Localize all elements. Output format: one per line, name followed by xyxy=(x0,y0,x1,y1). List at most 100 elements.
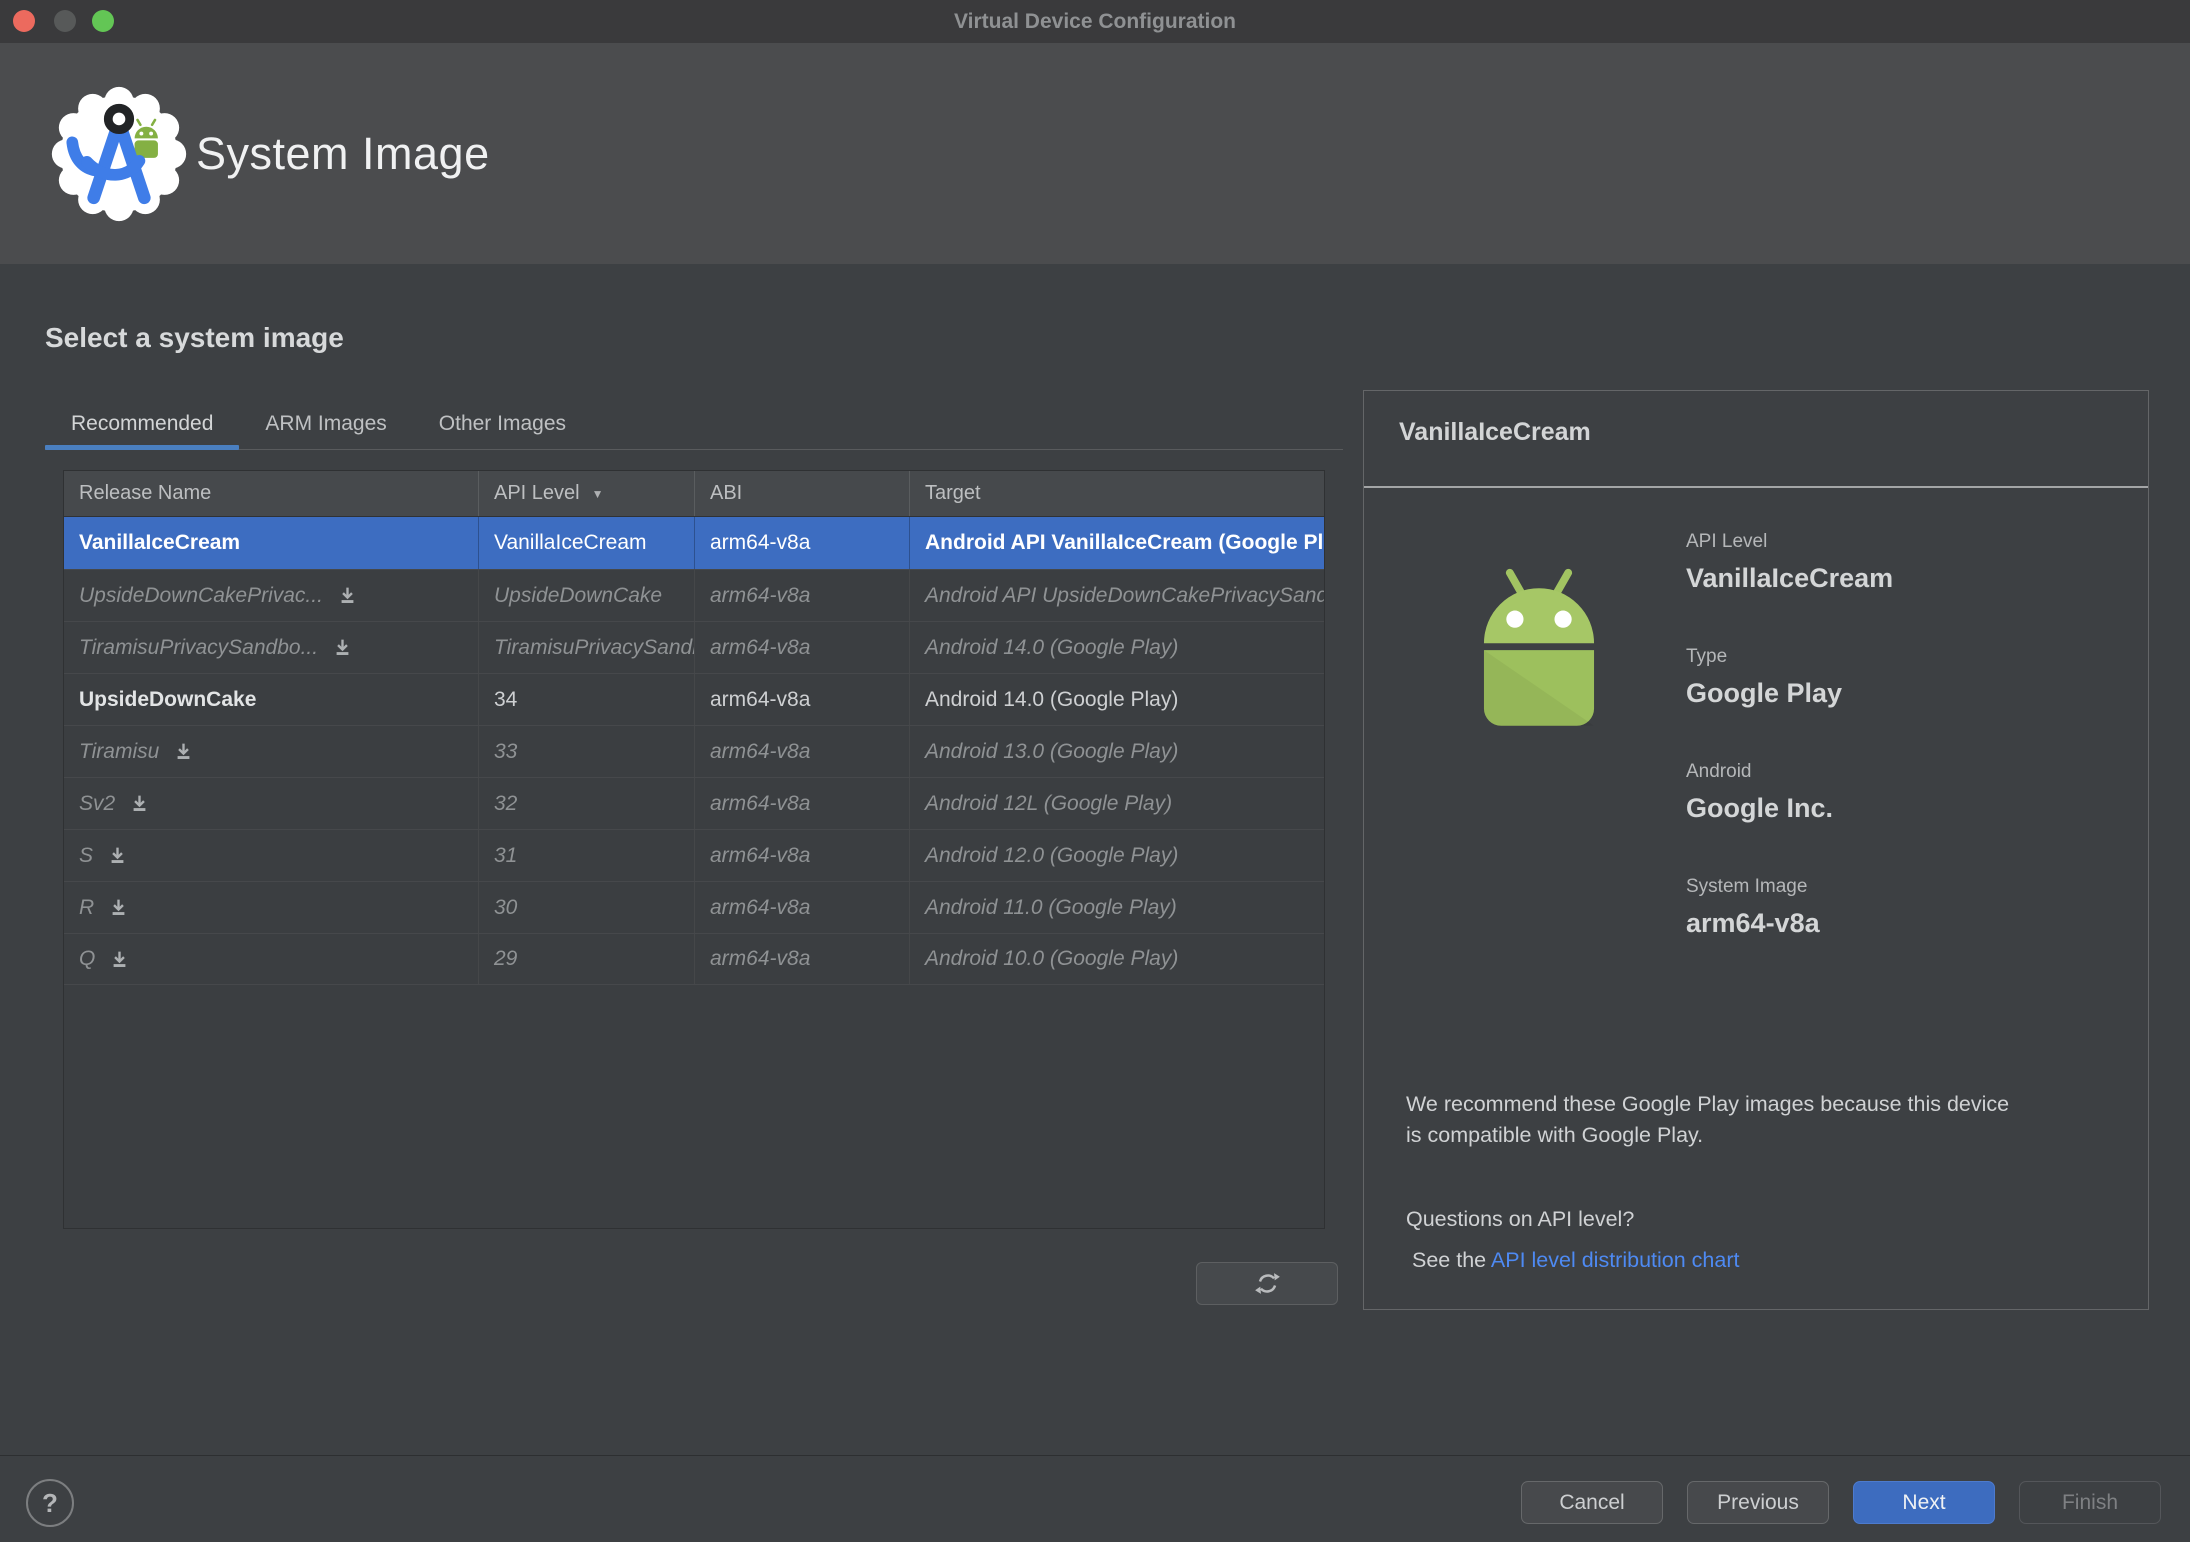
tab-bar: Recommended ARM Images Other Images xyxy=(45,398,592,450)
table-row[interactable]: Q 29 arm64-v8a Android 10.0 (Google Play) xyxy=(64,933,1324,985)
details-title: VanillaIceCream xyxy=(1399,418,1591,446)
column-header-target[interactable]: Target xyxy=(910,471,1324,516)
refresh-button[interactable] xyxy=(1196,1262,1338,1305)
release-name: TiramisuPrivacySandbo... xyxy=(79,635,319,659)
release-name: VanillaIceCream xyxy=(79,531,241,554)
divider xyxy=(1364,486,2148,488)
cancel-button[interactable]: Cancel xyxy=(1521,1481,1663,1524)
table-header: Release Name API Level ▼ ABI Target xyxy=(64,471,1324,517)
column-label: API Level xyxy=(494,482,580,504)
abi-cell: arm64-v8a xyxy=(695,726,910,777)
previous-button[interactable]: Previous xyxy=(1687,1481,1829,1524)
table-row[interactable]: VanillaIceCream VanillaIceCream arm64-v8a A… xyxy=(64,517,1324,569)
finish-button[interactable]: Finish xyxy=(2019,1481,2161,1524)
android-robot-icon xyxy=(1483,568,1595,726)
field-value: Google Inc. xyxy=(1686,793,1834,823)
download-icon[interactable] xyxy=(109,949,130,970)
detail-field-android: Android Google Inc. xyxy=(1686,761,1893,876)
titlebar: Virtual Device Configuration xyxy=(0,0,2190,43)
abi-cell: arm64-v8a xyxy=(695,570,910,621)
field-value: VanillaIceCream xyxy=(1686,563,1894,593)
download-icon[interactable] xyxy=(107,845,128,866)
target-cell: Android 11.0 (Google Play) xyxy=(925,895,1177,919)
table-row[interactable]: UpsideDownCake 34 arm64-v8a Android 14.0 (G… xyxy=(64,673,1324,725)
column-label: ABI xyxy=(710,482,743,504)
see-the-line: See the API level distribution chart xyxy=(1412,1248,1739,1273)
help-button[interactable]: ? xyxy=(26,1479,74,1527)
api-level-cell: UpsideDownCake xyxy=(479,570,695,621)
target-cell: Android 14.0 (Google Play) xyxy=(925,635,1179,659)
column-header-release-name[interactable]: Release Name xyxy=(64,471,479,516)
refresh-icon xyxy=(1254,1273,1280,1294)
column-label: Release Name xyxy=(79,482,212,504)
table-row[interactable]: R 30 arm64-v8a Android 11.0 (Google Play) xyxy=(64,881,1324,933)
abi-cell: arm64-v8a xyxy=(695,830,910,881)
target-cell: Android 12.0 (Google Play) xyxy=(925,843,1179,867)
release-name: UpsideDownCake xyxy=(79,687,257,711)
help-label: ? xyxy=(42,1487,58,1518)
wizard-step-title: System Image xyxy=(196,128,490,179)
column-header-api-level[interactable]: API Level ▼ xyxy=(479,471,695,516)
table-row[interactable]: TiramisuPrivacySandbo... TiramisuPrivacy… xyxy=(64,621,1324,673)
api-level-cell: VanillaIceCream xyxy=(479,517,695,569)
tab-label: Recommended xyxy=(71,412,214,435)
field-value: arm64-v8a xyxy=(1686,908,1820,938)
tab-recommended[interactable]: Recommended xyxy=(45,398,240,450)
target-cell: Android 14.0 (Google Play) xyxy=(925,687,1179,711)
release-name-cell: UpsideDownCakePrivac... xyxy=(64,570,479,621)
target-cell: Android API UpsideDownCakePrivacySandbox… xyxy=(925,583,1324,607)
api-question-text: Questions on API level? xyxy=(1406,1207,1635,1231)
download-icon[interactable] xyxy=(337,585,358,606)
abi-cell: arm64-v8a xyxy=(695,622,910,673)
release-name-cell: Q xyxy=(64,934,479,984)
detail-field-system-image: System Image arm64-v8a xyxy=(1686,876,1893,991)
api-level-cell: TiramisuPrivacySandbox xyxy=(479,622,695,673)
table-row[interactable]: Sv2 32 arm64-v8a Android 12L (Google Play) xyxy=(64,777,1324,829)
tab-label: ARM Images xyxy=(265,412,387,435)
release-name-cell: S xyxy=(64,830,479,881)
tab-arm-images[interactable]: ARM Images xyxy=(239,398,412,450)
column-header-abi[interactable]: ABI xyxy=(695,471,910,516)
table-row[interactable]: Tiramisu 33 arm64-v8a Android 13.0 (Google… xyxy=(64,725,1324,777)
android-studio-logo-icon xyxy=(51,86,187,222)
table-row[interactable]: S 31 arm64-v8a Android 12.0 (Google Play) xyxy=(64,829,1324,881)
virtual-device-configuration-window: Virtual Device Configuration System Imag… xyxy=(0,0,2190,1542)
download-icon[interactable] xyxy=(108,897,129,918)
release-name: R xyxy=(79,895,95,919)
see-prefix: See the xyxy=(1412,1248,1491,1272)
sort-desc-icon: ▼ xyxy=(591,486,604,501)
recommendation-text: We recommend these Google Play images be… xyxy=(1406,1092,2010,1147)
release-name-cell: Tiramisu xyxy=(64,726,479,777)
next-button[interactable]: Next xyxy=(1853,1481,1995,1524)
field-label: Android xyxy=(1686,761,1752,782)
details-panel: VanillaIceCream API Level VanillaIceCream… xyxy=(1363,390,2149,1310)
api-level-cell: 29 xyxy=(479,934,695,984)
abi-cell: arm64-v8a xyxy=(695,517,910,569)
abi-cell: arm64-v8a xyxy=(695,934,910,984)
release-name-cell: R xyxy=(64,882,479,933)
api-level-cell: 30 xyxy=(479,882,695,933)
tab-other-images[interactable]: Other Images xyxy=(413,398,592,450)
target-cell: Android API VanillaIceCream (Google Play… xyxy=(925,531,1324,554)
release-name: Q xyxy=(79,947,96,970)
release-name: Tiramisu xyxy=(79,739,160,763)
field-label: API Level xyxy=(1686,531,1768,552)
download-icon[interactable] xyxy=(173,741,194,762)
release-name: UpsideDownCakePrivac... xyxy=(79,583,323,607)
release-name: S xyxy=(79,843,94,867)
download-icon[interactable] xyxy=(129,793,150,814)
table-row[interactable]: UpsideDownCakePrivac... UpsideDownCake ar… xyxy=(64,569,1324,621)
abi-cell: arm64-v8a xyxy=(695,674,910,725)
release-name-cell: TiramisuPrivacySandbo... xyxy=(64,622,479,673)
field-value: Google Play xyxy=(1686,678,1843,708)
download-icon[interactable] xyxy=(332,637,353,658)
wizard-header: System Image xyxy=(0,43,2190,264)
divider xyxy=(0,1455,2190,1456)
api-level-cell: 34 xyxy=(479,674,695,725)
system-image-table: Release Name API Level ▼ ABI Target VanillaI… xyxy=(63,470,1325,1229)
release-name-cell: Sv2 xyxy=(64,778,479,829)
abi-cell: arm64-v8a xyxy=(695,778,910,829)
api-distribution-chart-link[interactable]: API level distribution chart xyxy=(1491,1248,1740,1272)
api-level-cell: 33 xyxy=(479,726,695,777)
detail-field-type: Type Google Play xyxy=(1686,646,1893,761)
